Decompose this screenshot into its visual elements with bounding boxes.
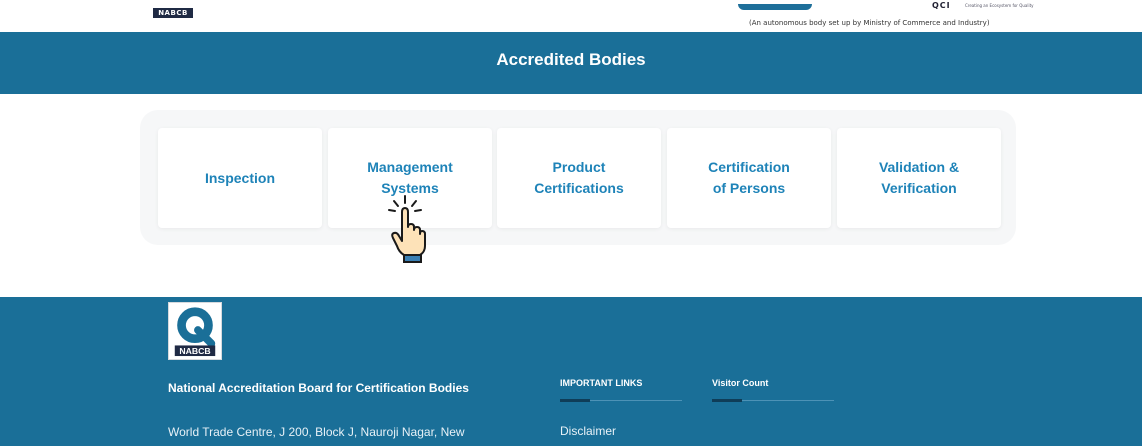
page-title: Accredited Bodies xyxy=(496,50,646,69)
card-certification-of-persons-label: Certification of Persons xyxy=(708,159,790,196)
card-management-systems-label: Management Systems xyxy=(367,159,453,196)
links-divider-accent xyxy=(560,399,590,402)
autonomous-body-text: (An autonomous body set up by Ministry o… xyxy=(749,19,990,27)
qci-tagline: Creating an Ecosystem for Quality xyxy=(965,3,1034,8)
card-inspection-label: Inspection xyxy=(204,169,275,186)
card-validation-verification[interactable]: Validation & Verification xyxy=(837,128,1001,228)
card-certification-of-persons[interactable]: Certification of Persons xyxy=(667,128,831,228)
hand-pointer-icon xyxy=(388,195,426,263)
nabcb-footer-logo: NABCB xyxy=(168,302,222,360)
nabcb-badge: NABCB xyxy=(153,8,193,18)
card-validation-verification-label: Validation & Verification xyxy=(878,159,960,196)
qci-logo: QCI xyxy=(932,1,951,10)
top-header: NABCB QCI Creating an Ecosystem for Qual… xyxy=(0,0,1142,32)
footer-org-name: National Accreditation Board for Certifi… xyxy=(168,381,469,395)
important-links-heading: IMPORTANT LINKS xyxy=(560,378,643,388)
card-product-certifications-label: Product Certifications xyxy=(534,159,624,196)
footer-address: World Trade Centre, J 200, Block J, Naur… xyxy=(168,425,465,439)
footer-logo-label: NABCB xyxy=(179,346,210,356)
visitor-divider-accent xyxy=(712,399,742,402)
footer-link-disclaimer[interactable]: Disclaimer xyxy=(560,424,616,438)
card-product-certifications[interactable]: Product Certifications xyxy=(497,128,661,228)
card-inspection[interactable]: Inspection xyxy=(158,128,322,228)
header-tab-pill xyxy=(738,4,812,10)
visitor-count-heading: Visitor Count xyxy=(712,378,769,388)
